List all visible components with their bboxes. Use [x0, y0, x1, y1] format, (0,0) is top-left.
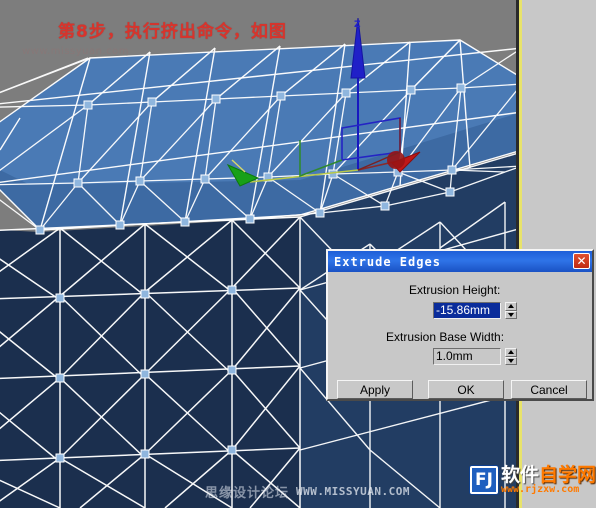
spinner-down-icon[interactable] [505, 310, 517, 319]
dialog-title-bar[interactable]: Extrude Edges ✕ [328, 251, 592, 272]
extrusion-base-width-input[interactable]: 1.0mm [433, 348, 501, 365]
logo-text-group: 软件自学网 www.rjzxw.com [501, 465, 596, 495]
cancel-button[interactable]: Cancel [511, 380, 587, 399]
watermark-faint-top: www.missyuan.com [22, 46, 129, 57]
extrusion-height-control[interactable]: -15.86mm [433, 302, 517, 319]
extrusion-base-width-label: Extrusion Base Width: [386, 330, 505, 344]
logo-mark-icon: FJ [470, 466, 498, 494]
dialog-body: Extrusion Height: -15.86mm Extrusion Bas… [328, 272, 592, 403]
logo-cn-line: 软件自学网 [501, 465, 596, 485]
extrusion-height-label: Extrusion Height: [409, 283, 501, 297]
site-logo: FJ 软件自学网 www.rjzxw.com [470, 460, 596, 500]
axis-z-label: Z [354, 20, 361, 30]
extrude-edges-dialog[interactable]: Extrude Edges ✕ Extrusion Height: -15.86… [326, 249, 594, 401]
watermark-bottom-cn: 思缘设计论坛 [205, 486, 290, 501]
ok-button[interactable]: OK [428, 380, 504, 399]
logo-cn-white: 软件 [500, 464, 539, 486]
extrusion-height-input[interactable]: -15.86mm [433, 302, 501, 319]
close-icon[interactable]: ✕ [573, 253, 590, 269]
instruction-text: 第8步，执行挤出命令，如图 [58, 22, 287, 42]
extrusion-base-width-control[interactable]: 1.0mm [433, 348, 517, 365]
logo-cn-orange: 自学网 [538, 464, 596, 486]
spinner-up-icon[interactable] [505, 302, 517, 311]
extrusion-height-spinner[interactable] [505, 302, 517, 319]
apply-button[interactable]: Apply [337, 380, 413, 399]
watermark-bottom: 思缘设计论坛 WWW.MISSYUAN.COM [205, 482, 410, 501]
watermark-bottom-url: WWW.MISSYUAN.COM [296, 485, 410, 498]
app-root: Z 第8步，执行挤出命令，如图 www.missyuan.com 思缘设计论坛 … [0, 0, 596, 508]
spinner-down-icon-2[interactable] [505, 356, 517, 365]
dialog-title: Extrude Edges [334, 254, 441, 269]
spinner-up-icon-2[interactable] [505, 348, 517, 357]
extrusion-base-width-spinner[interactable] [505, 348, 517, 365]
